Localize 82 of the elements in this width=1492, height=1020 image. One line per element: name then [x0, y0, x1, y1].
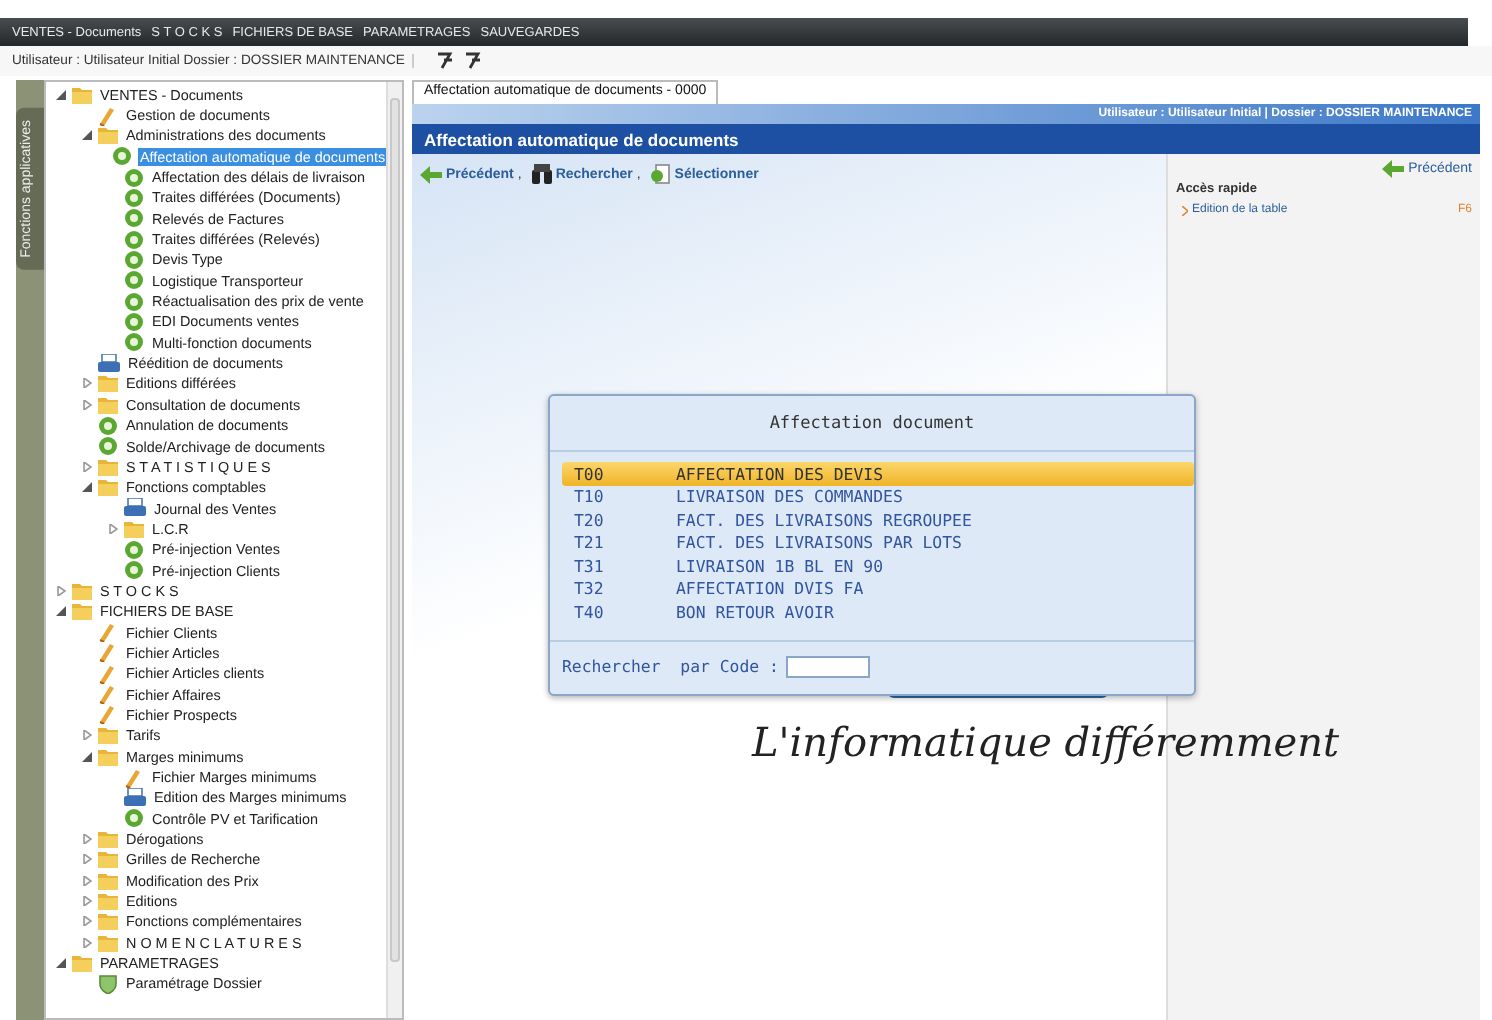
folder-icon — [98, 830, 118, 849]
expand-toggle-icon[interactable] — [81, 730, 91, 741]
code-input-field[interactable] — [786, 655, 871, 677]
action-circle-icon — [124, 229, 144, 250]
expand-toggle-icon[interactable] — [81, 482, 91, 493]
code-list-item[interactable]: T31 LIVRAISON 1B BL EN 90 — [562, 554, 1194, 577]
page-title: Affectation automatique de documents — [424, 129, 739, 149]
expand-toggle-icon[interactable] — [107, 523, 117, 534]
action-circle-icon — [124, 249, 144, 270]
action-circle-icon — [124, 187, 144, 208]
folder-icon — [72, 85, 92, 104]
pencil-document-icon — [124, 767, 144, 788]
folder-icon — [98, 892, 118, 911]
action-circle-icon — [124, 208, 144, 229]
expand-toggle-icon[interactable] — [81, 916, 91, 927]
code-list-item[interactable]: T21 FACT. DES LIVRAISONS PAR LOTS — [562, 531, 1194, 554]
expand-toggle-icon[interactable] — [81, 461, 91, 472]
action-circle-icon — [124, 332, 144, 353]
expand-toggle-icon[interactable] — [55, 606, 65, 617]
expand-toggle-icon[interactable] — [81, 896, 91, 907]
binoculars-icon — [531, 164, 552, 184]
back-arrow-icon — [1382, 160, 1405, 178]
pencil-document-icon — [98, 105, 118, 126]
action-circle-icon — [98, 415, 118, 436]
action-circle-icon — [124, 270, 144, 291]
folder-icon — [98, 933, 118, 952]
font-size-icon[interactable] — [436, 52, 455, 70]
chevron-icon — [1182, 205, 1188, 215]
folder-icon — [124, 519, 144, 538]
folder-icon — [98, 374, 118, 393]
printer-icon — [124, 498, 146, 519]
folder-icon — [72, 602, 92, 621]
pencil-document-icon — [98, 663, 118, 684]
shield-icon — [98, 973, 118, 994]
expand-toggle-icon[interactable] — [81, 399, 91, 410]
select-icon — [650, 164, 671, 184]
expand-toggle-icon[interactable] — [81, 751, 91, 762]
folder-icon — [98, 726, 118, 745]
action-circle-icon — [124, 560, 144, 581]
search-label: Rechercher par Code : — [562, 656, 779, 676]
printer-icon — [98, 353, 120, 374]
code-list-item[interactable]: T32 AFFECTATION DVIS FA — [562, 577, 1194, 600]
expand-toggle-icon[interactable] — [81, 875, 91, 886]
folder-icon — [98, 457, 118, 476]
folder-icon — [72, 954, 92, 973]
action-circle-icon — [98, 436, 118, 457]
action-circle-icon — [124, 539, 144, 560]
pencil-document-icon — [98, 704, 118, 725]
code-list-item[interactable]: T00 AFFECTATION DES DEVIS — [562, 462, 1194, 485]
expand-toggle-icon[interactable] — [81, 378, 91, 389]
expand-toggle-icon[interactable] — [55, 89, 65, 100]
font-size-icon[interactable] — [464, 52, 483, 70]
folder-icon — [98, 395, 118, 414]
folder-icon — [98, 912, 118, 931]
action-circle-icon — [124, 167, 144, 188]
folder-icon — [98, 747, 118, 766]
expand-toggle-icon[interactable] — [81, 130, 91, 141]
back-arrow-icon — [420, 165, 442, 183]
action-circle-icon — [112, 146, 132, 167]
code-list-item[interactable]: T40 BON RETOUR AVOIR — [562, 600, 1194, 623]
folder-icon — [98, 871, 118, 890]
code-list-item[interactable]: T10 LIVRAISON DES COMMANDES — [562, 485, 1194, 508]
folder-icon — [98, 478, 118, 497]
folder-icon — [98, 850, 118, 869]
action-circle-icon — [124, 291, 144, 312]
expand-toggle-icon[interactable] — [81, 834, 91, 845]
code-list-item[interactable]: T20 FACT. DES LIVRAISONS REGROUPEE — [562, 508, 1194, 531]
folder-icon — [72, 581, 92, 600]
expand-toggle-icon[interactable] — [55, 585, 65, 596]
action-circle-icon — [124, 808, 144, 829]
expand-toggle-icon[interactable] — [81, 854, 91, 865]
logo-tagline: L'informatique différemment — [752, 718, 1340, 766]
dialog-title: Affectation document — [550, 396, 1194, 452]
expand-toggle-icon[interactable] — [81, 937, 91, 948]
printer-icon — [124, 787, 146, 808]
pencil-document-icon — [98, 642, 118, 663]
action-circle-icon — [124, 311, 144, 332]
expand-toggle-icon[interactable] — [55, 958, 65, 969]
folder-icon — [98, 126, 118, 145]
pencil-document-icon — [98, 622, 118, 643]
scrollbar[interactable] — [386, 82, 402, 1018]
pencil-document-icon — [98, 684, 118, 705]
